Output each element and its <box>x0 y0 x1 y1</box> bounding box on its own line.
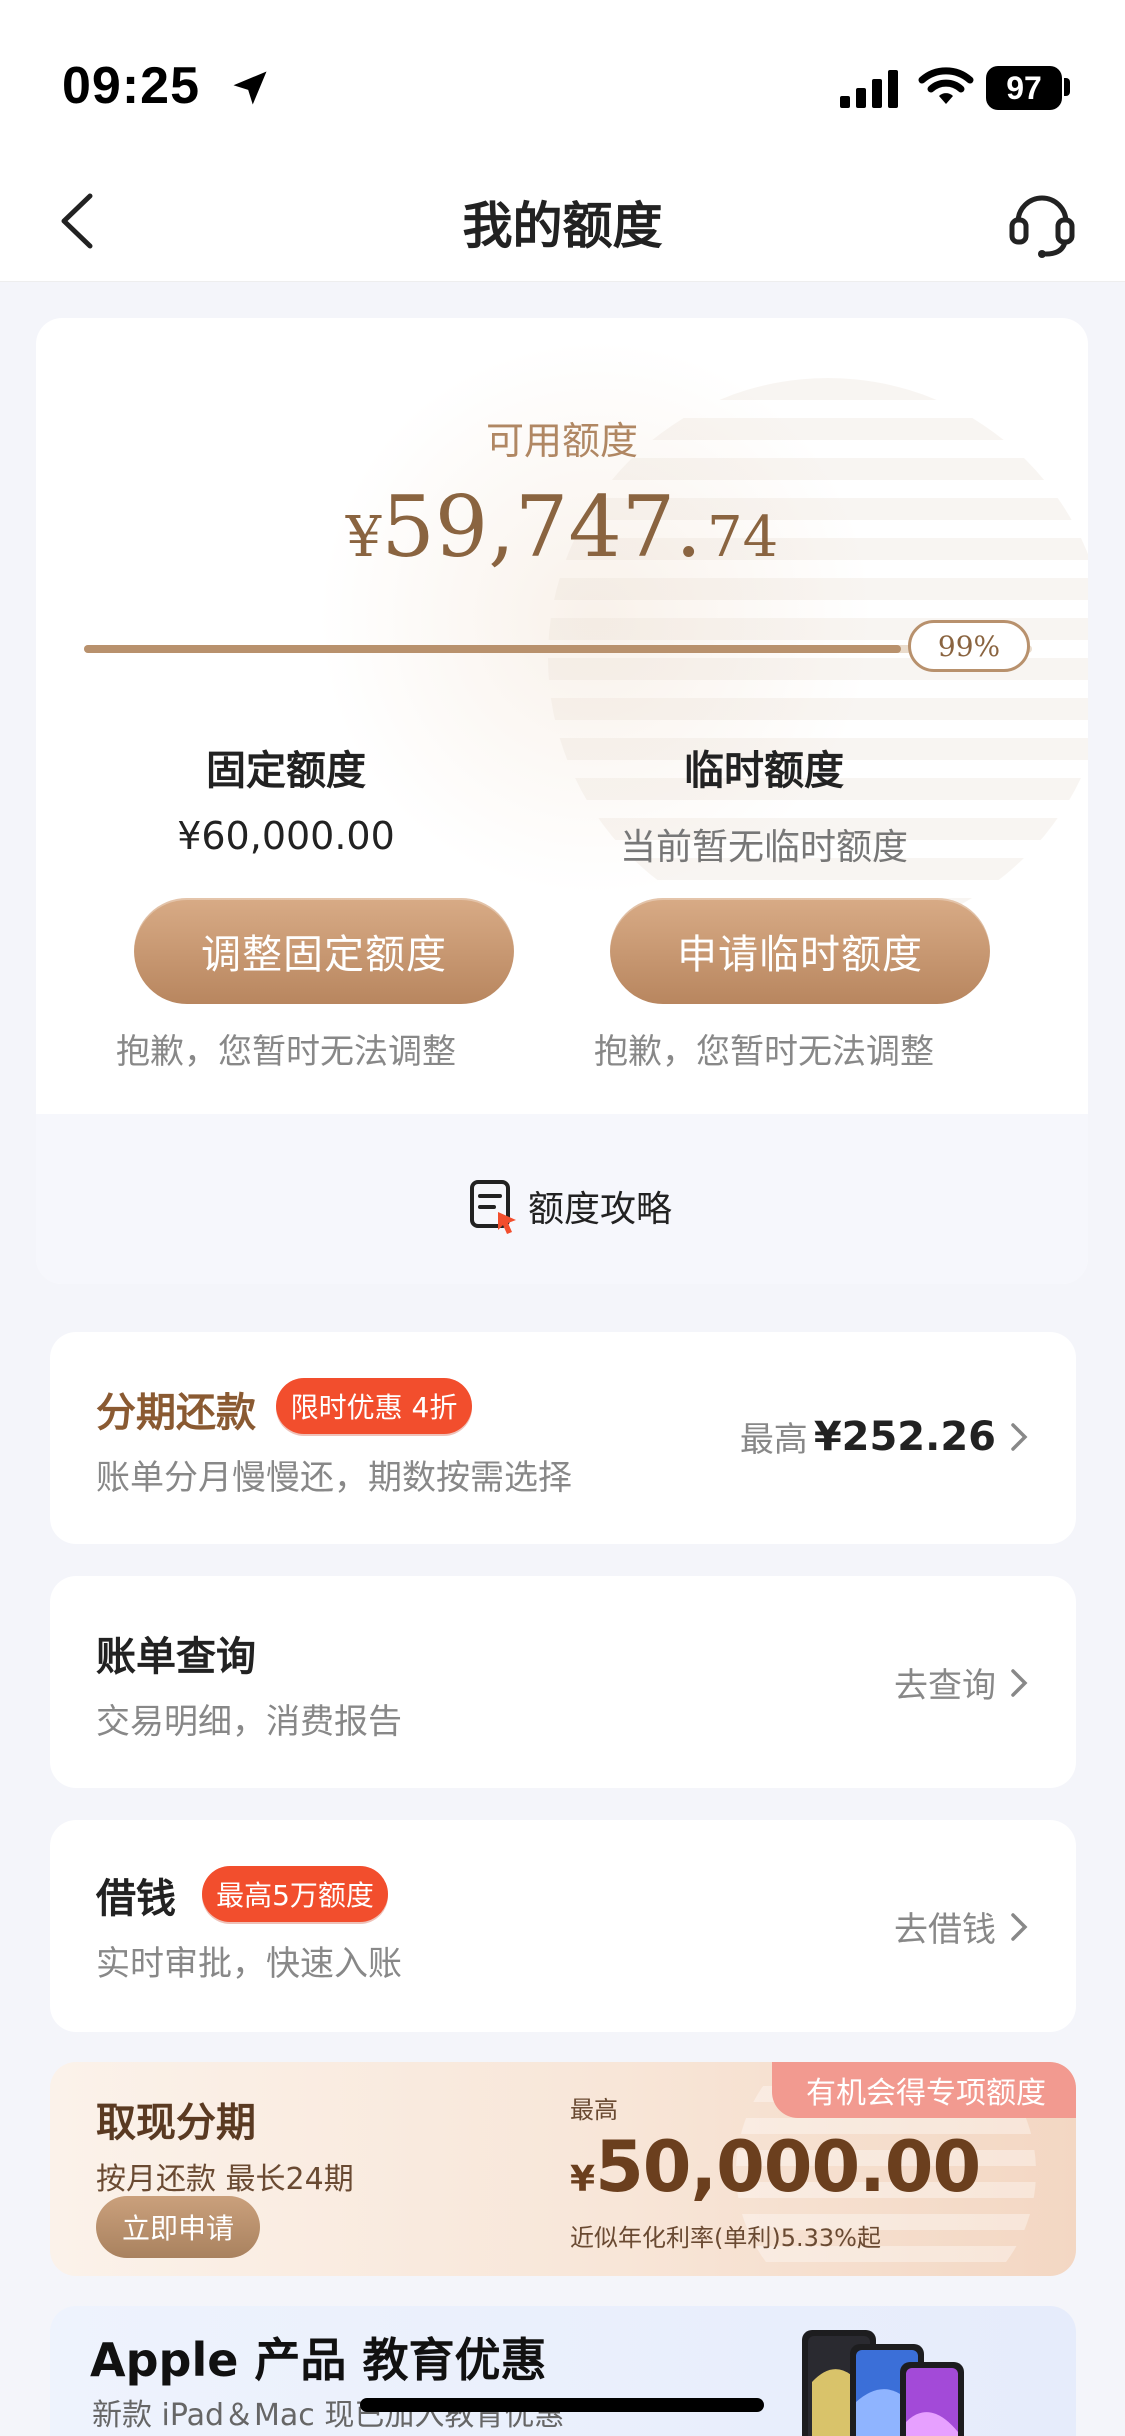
bill-query-card[interactable]: 账单查询 交易明细，消费报告 去查询 <box>50 1576 1076 1788</box>
borrow-title: 借钱 <box>96 1876 176 1922</box>
home-indicator <box>360 2398 764 2412</box>
wifi-icon <box>918 67 974 104</box>
temp-quota-note: 抱歉，您暂时无法调整 <box>594 1032 934 1072</box>
installment-desc: 账单分月慢慢还，期数按需选择 <box>96 1458 572 1498</box>
fixed-quota-title: 固定额度 <box>206 748 366 794</box>
bill-query-desc: 交易明细，消费报告 <box>96 1702 402 1742</box>
fixed-quota-note: 抱歉，您暂时无法调整 <box>116 1032 456 1072</box>
battery-tip <box>1064 78 1070 96</box>
installment-title: 分期还款 <box>96 1390 256 1436</box>
cash-max-amount: ¥50,000.00 <box>570 2126 981 2208</box>
borrow-limit-tag: 最高5万额度 <box>202 1866 388 1922</box>
location-arrow-icon <box>233 71 267 105</box>
cash-installment-title: 取现分期 <box>96 2099 256 2146</box>
guide-document-icon <box>470 1180 516 1234</box>
installment-discount-tag: 限时优惠 4折 <box>276 1378 472 1434</box>
available-quota-currency: ¥ <box>345 505 382 570</box>
apple-devices-illustration <box>802 2330 964 2436</box>
chevron-right-icon <box>1011 1422 1028 1451</box>
available-quota-label: 可用额度 <box>485 419 638 463</box>
temp-quota-title: 临时额度 <box>684 748 844 794</box>
bill-query-title: 账单查询 <box>96 1634 256 1680</box>
adjust-fixed-quota-button[interactable]: 调整固定额度 <box>134 898 514 1004</box>
available-quota-decimal: 74 <box>707 505 779 570</box>
installment-card[interactable]: 分期还款 限时优惠 4折 账单分月慢慢还，期数按需选择 最高 ¥252.26 <box>50 1332 1076 1544</box>
quota-progress-badge: 99% <box>908 620 1030 672</box>
nav-bar: 我的额度 <box>0 160 1125 282</box>
promo-subtitle: 新款 iPad＆Mac 现已加入教育优惠 <box>92 2398 565 2433</box>
borrow-desc: 实时审批，快速入账 <box>96 1944 402 1984</box>
chevron-right-icon <box>1011 1668 1028 1697</box>
installment-max-label: 最高 <box>739 1420 808 1460</box>
quota-guide-link[interactable]: 额度攻略 <box>468 1176 672 1236</box>
cash-rate: 近似年化利率(单利)5.33%起 <box>570 2224 881 2252</box>
installment-right: 最高 ¥252.26 <box>740 1412 1030 1461</box>
apply-temp-quota-button[interactable]: 申请临时额度 <box>610 898 990 1004</box>
cash-max-label: 最高 <box>570 2096 618 2124</box>
quota-progress-track <box>84 645 1032 653</box>
available-quota-amount: ¥59,747. 74 <box>36 478 1088 576</box>
page-title: 我的额度 <box>462 197 663 255</box>
status-bar: 09:25 97 <box>0 0 1125 160</box>
available-quota-integer: 59,747. <box>381 478 702 576</box>
customer-service-headset-icon[interactable] <box>1006 182 1078 262</box>
bill-query-action-label: 去查询 <box>894 1666 996 1706</box>
temp-quota-value: 当前暂无临时额度 <box>619 827 908 868</box>
chevron-right-icon <box>1011 1912 1028 1941</box>
quota-progress-fill <box>84 645 901 653</box>
fixed-quota-value: ¥60,000.00 <box>177 814 395 858</box>
special-quota-ribbon: 有机会得专项额度 <box>772 2062 1076 2118</box>
borrow-action-label: 去借钱 <box>894 1910 996 1950</box>
battery-indicator: 97 <box>986 66 1062 110</box>
apple-education-promo-card[interactable]: Apple 产品 教育优惠 新款 iPad＆Mac 现已加入教育优惠 <box>50 2306 1076 2436</box>
installment-max-amount: ¥252.26 <box>813 1413 996 1460</box>
cellular-signal-icon <box>840 70 898 108</box>
quota-card: 可用额度 ¥59,747. 74 99% 固定额度 ¥60,000.00 调整固… <box>36 318 1088 1284</box>
borrow-card[interactable]: 借钱 最高5万额度 实时审批，快速入账 去借钱 <box>50 1820 1076 2032</box>
borrow-action[interactable]: 去借钱 <box>894 1902 1030 1951</box>
bill-query-action[interactable]: 去查询 <box>894 1658 1030 1707</box>
cash-installment-card[interactable]: 取现分期 按月还款 最长24期 立即申请 最高 ¥50,000.00 近似年化利… <box>50 2062 1076 2276</box>
cash-amount-value: 50,000.00 <box>595 2126 981 2208</box>
status-time: 09:25 <box>62 57 200 115</box>
quota-guide-label: 额度攻略 <box>528 1189 673 1230</box>
cash-currency: ¥ <box>570 2159 596 2200</box>
promo-title: Apple 产品 教育优惠 <box>90 2333 547 2387</box>
apply-now-button[interactable]: 立即申请 <box>96 2196 260 2258</box>
cash-installment-sub: 按月还款 最长24期 <box>96 2162 354 2197</box>
